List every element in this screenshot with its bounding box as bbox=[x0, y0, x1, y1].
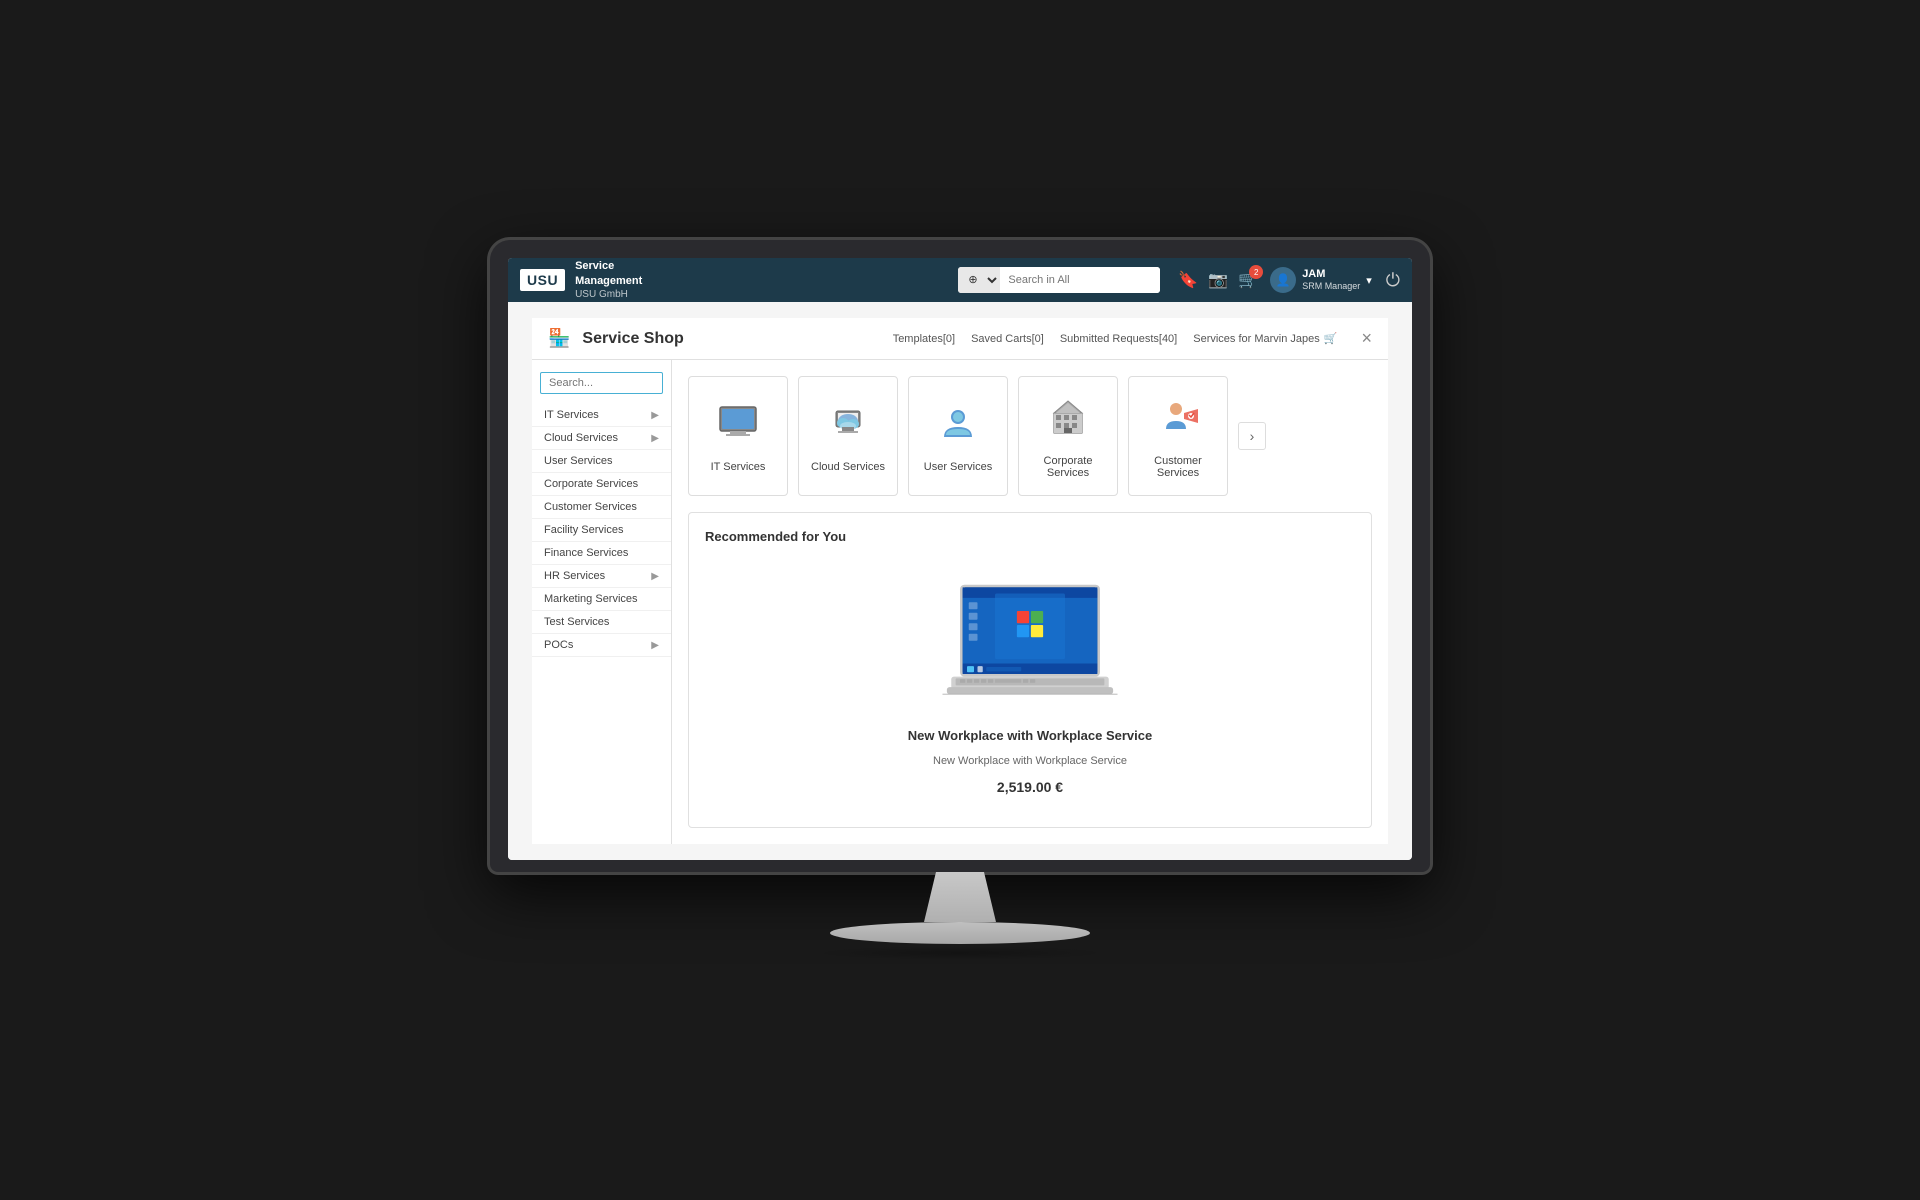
content-area: IT Services bbox=[672, 360, 1388, 844]
cart-icon[interactable]: 🛒 2 bbox=[1238, 270, 1258, 290]
shop-header: 🏪 Service Shop Templates[0] Saved Carts[… bbox=[532, 318, 1388, 360]
search-input[interactable] bbox=[1000, 267, 1160, 293]
sidebar-item-test-services[interactable]: Test Services bbox=[532, 611, 671, 634]
submitted-requests-link[interactable]: Submitted Requests[40] bbox=[1060, 333, 1177, 345]
bookmark-icon[interactable]: 🔖 bbox=[1178, 270, 1198, 290]
corporate-services-label: Corporate Services bbox=[1027, 455, 1109, 479]
user-services-icon bbox=[934, 399, 982, 453]
camera-icon[interactable]: 📷 bbox=[1208, 270, 1228, 290]
cloud-services-icon bbox=[824, 399, 872, 453]
category-card-customer-services[interactable]: Customer Services bbox=[1128, 376, 1228, 496]
nav-search-area: ⊕ 🔖 📷 🛒 2 👤 bbox=[958, 267, 1400, 293]
app-title-sub: USU GmbH bbox=[575, 288, 642, 301]
user-services-label: User Services bbox=[924, 461, 992, 473]
categories-row: IT Services bbox=[688, 376, 1372, 496]
sidebar-search bbox=[540, 372, 663, 394]
sidebar-label-facility-services: Facility Services bbox=[544, 524, 623, 536]
laptop-svg bbox=[930, 576, 1130, 716]
cart-badge: 2 bbox=[1249, 265, 1263, 279]
arrow-icon: ▶ bbox=[651, 410, 659, 421]
logout-icon[interactable]: ⏻ bbox=[1386, 270, 1400, 291]
sidebar-search-input[interactable] bbox=[540, 372, 663, 394]
user-info: JAM SRM Manager bbox=[1302, 267, 1360, 293]
sidebar-label-hr-services: HR Services bbox=[544, 570, 605, 582]
product-description: New Workplace with Workplace Service bbox=[933, 755, 1127, 767]
recommended-title: Recommended for You bbox=[705, 529, 1355, 544]
monitor-stand bbox=[810, 872, 1110, 960]
sidebar-item-finance-services[interactable]: Finance Services bbox=[532, 542, 671, 565]
sidebar-label-user-services: User Services bbox=[544, 455, 612, 467]
category-card-cloud-services[interactable]: Cloud Services bbox=[798, 376, 898, 496]
category-card-corporate-services[interactable]: Corporate Services bbox=[1018, 376, 1118, 496]
nav-icons: 🔖 📷 🛒 2 bbox=[1178, 270, 1258, 290]
user-role: SRM Manager bbox=[1302, 281, 1360, 293]
sidebar-label-customer-services: Customer Services bbox=[544, 501, 637, 513]
close-button[interactable]: × bbox=[1361, 328, 1372, 349]
product-card[interactable]: New Workplace with Workplace Service New… bbox=[705, 560, 1355, 811]
shop-icon: 🏪 bbox=[548, 328, 570, 349]
sidebar-item-it-services[interactable]: IT Services ▶ bbox=[532, 404, 671, 427]
sidebar-item-cloud-services[interactable]: Cloud Services ▶ bbox=[532, 427, 671, 450]
main-content: 🏪 Service Shop Templates[0] Saved Carts[… bbox=[508, 302, 1412, 860]
nav-title: ServiceManagement USU GmbH bbox=[575, 259, 642, 301]
templates-link[interactable]: Templates[0] bbox=[893, 333, 955, 345]
nav-bar: USU ServiceManagement USU GmbH ⊕ 🔖 📷 bbox=[508, 258, 1412, 302]
shop-nav-links: Templates[0] Saved Carts[0] Submitted Re… bbox=[893, 332, 1338, 345]
app-title-main: ServiceManagement bbox=[575, 259, 642, 288]
it-services-label: IT Services bbox=[711, 461, 766, 473]
category-card-user-services[interactable]: User Services bbox=[908, 376, 1008, 496]
services-cart-link[interactable]: Services for Marvin Japes 🛒 bbox=[1193, 332, 1337, 345]
sidebar-item-hr-services[interactable]: HR Services ▶ bbox=[532, 565, 671, 588]
cart-icon-small: 🛒 bbox=[1324, 332, 1338, 345]
recommended-section: Recommended for You bbox=[688, 512, 1372, 828]
sidebar-label-pocs: POCs bbox=[544, 639, 573, 651]
sidebar-item-marketing-services[interactable]: Marketing Services bbox=[532, 588, 671, 611]
sidebar-label-marketing-services: Marketing Services bbox=[544, 593, 638, 605]
carousel-next-button[interactable]: › bbox=[1238, 422, 1266, 450]
arrow-icon: ▶ bbox=[651, 571, 659, 582]
nav-user[interactable]: 👤 JAM SRM Manager ▾ bbox=[1270, 267, 1372, 293]
product-name: New Workplace with Workplace Service bbox=[908, 728, 1152, 743]
stand-base bbox=[830, 922, 1090, 944]
shop-body: IT Services ▶ Cloud Services ▶ User Serv… bbox=[532, 360, 1388, 844]
monitor-screen: USU ServiceManagement USU GmbH ⊕ 🔖 📷 bbox=[490, 240, 1430, 872]
arrow-icon: ▶ bbox=[651, 433, 659, 444]
nav-search-wrapper: ⊕ bbox=[958, 267, 1160, 293]
stand-shadow bbox=[810, 946, 1110, 960]
shop-title: Service Shop bbox=[582, 330, 880, 348]
arrow-icon: ▶ bbox=[651, 640, 659, 651]
sidebar-label-test-services: Test Services bbox=[544, 616, 609, 628]
screen-inner: USU ServiceManagement USU GmbH ⊕ 🔖 📷 bbox=[508, 258, 1412, 860]
cloud-services-label: Cloud Services bbox=[811, 461, 885, 473]
sidebar: IT Services ▶ Cloud Services ▶ User Serv… bbox=[532, 360, 672, 844]
product-image bbox=[930, 576, 1130, 716]
corporate-services-icon bbox=[1044, 393, 1092, 447]
product-price: 2,519.00 € bbox=[997, 779, 1063, 795]
sidebar-label-corporate-services: Corporate Services bbox=[544, 478, 638, 490]
monitor-wrapper: USU ServiceManagement USU GmbH ⊕ 🔖 📷 bbox=[480, 240, 1440, 960]
sidebar-item-pocs[interactable]: POCs ▶ bbox=[532, 634, 671, 657]
sidebar-label-cloud-services: Cloud Services bbox=[544, 432, 618, 444]
chevron-down-icon: ▾ bbox=[1366, 274, 1372, 287]
sidebar-label-it-services: IT Services bbox=[544, 409, 599, 421]
search-filter-select[interactable]: ⊕ bbox=[958, 267, 1000, 293]
stand-neck bbox=[900, 872, 1020, 922]
services-for-label: Services for Marvin Japes bbox=[1193, 333, 1320, 345]
sidebar-item-facility-services[interactable]: Facility Services bbox=[532, 519, 671, 542]
user-name: JAM bbox=[1302, 267, 1360, 281]
user-avatar: 👤 bbox=[1270, 267, 1296, 293]
it-services-icon bbox=[714, 399, 762, 453]
sidebar-label-finance-services: Finance Services bbox=[544, 547, 628, 559]
category-card-it-services[interactable]: IT Services bbox=[688, 376, 788, 496]
customer-services-icon bbox=[1154, 393, 1202, 447]
sidebar-item-user-services[interactable]: User Services bbox=[532, 450, 671, 473]
saved-carts-link[interactable]: Saved Carts[0] bbox=[971, 333, 1044, 345]
sidebar-item-corporate-services[interactable]: Corporate Services bbox=[532, 473, 671, 496]
customer-services-label: Customer Services bbox=[1137, 455, 1219, 479]
usu-logo: USU bbox=[520, 269, 565, 291]
sidebar-item-customer-services[interactable]: Customer Services bbox=[532, 496, 671, 519]
